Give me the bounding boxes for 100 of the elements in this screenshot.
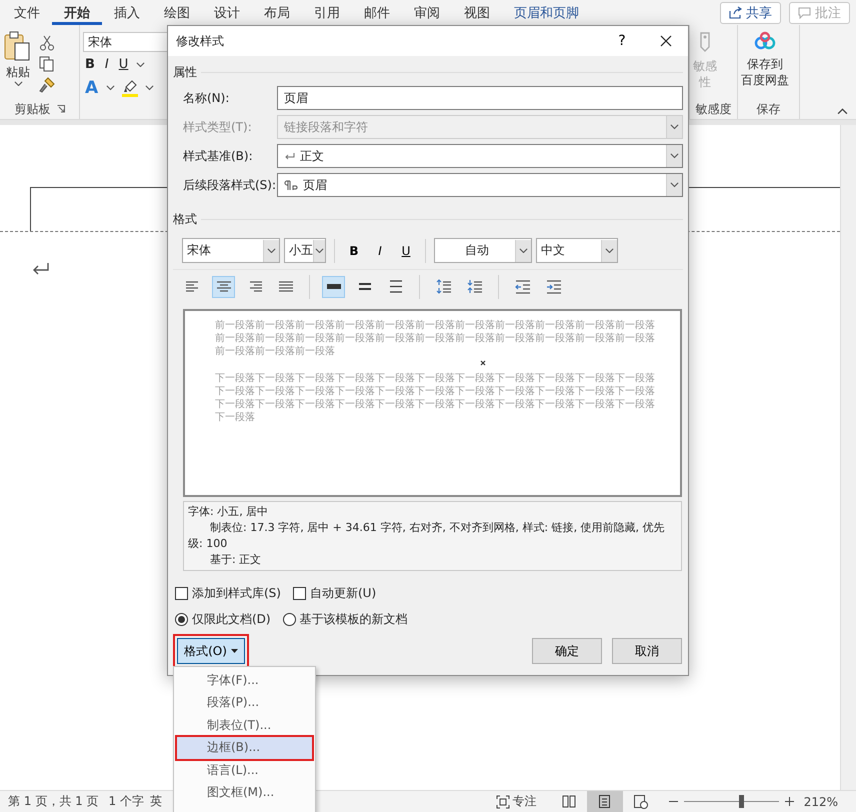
space-increase-icon bbox=[436, 279, 452, 295]
chevron-down-icon bbox=[670, 182, 679, 188]
ok-button[interactable]: 确定 bbox=[532, 638, 602, 664]
menu-item[interactable]: 图文框(M)... bbox=[177, 782, 312, 804]
share-button[interactable]: 共享 bbox=[720, 2, 781, 24]
save-to-cloud-button[interactable]: 保存到 百度网盘 bbox=[741, 29, 789, 101]
print-layout-icon bbox=[599, 795, 610, 808]
zoom-in-icon[interactable] bbox=[784, 797, 794, 806]
scrollbar[interactable] bbox=[840, 125, 856, 790]
dialog-launcher-icon[interactable] bbox=[56, 105, 64, 113]
caret-icon bbox=[230, 649, 238, 653]
section-heading: 格式 bbox=[173, 211, 197, 228]
chevron-down-icon bbox=[315, 248, 324, 254]
field-label: 样式类型(T): bbox=[182, 118, 253, 136]
cancel-button[interactable]: 取消 bbox=[612, 638, 682, 664]
preview-text: 前一段落前一段落前一段落前一段落前一段落前一段落前一段落前一段落前一段落前一段落前一段落前一段落前一段落前一段落前一段落前一段落前一段落前一段落前一段落前一段落前一段落前一段落前一段落前一段落前一段落 bbox=[215, 319, 656, 358]
dropdown-field[interactable]: 页眉 bbox=[277, 173, 683, 197]
collapse-ribbon-icon[interactable] bbox=[837, 108, 848, 115]
scissors-icon[interactable] bbox=[39, 35, 55, 51]
focus-icon bbox=[496, 794, 510, 808]
field-label: 后续段落样式(S): bbox=[182, 176, 277, 194]
bold-button[interactable]: B bbox=[343, 240, 365, 262]
chevron-down-icon bbox=[14, 81, 22, 86]
ribbon-tab[interactable]: 插入 bbox=[102, 0, 152, 25]
linked-style-icon bbox=[284, 180, 298, 190]
ribbon-tab[interactable]: 设计 bbox=[202, 0, 252, 25]
checkbox[interactable]: 自动更新(U) bbox=[292, 585, 376, 602]
ribbon-tab[interactable]: 页眉和页脚 bbox=[502, 0, 591, 25]
italic-button[interactable]: I bbox=[102, 57, 111, 72]
text-effects-button[interactable]: A bbox=[83, 78, 100, 98]
format-menu-button[interactable]: 格式(O) bbox=[177, 638, 245, 664]
group-label: 剪贴板 bbox=[14, 100, 50, 118]
ribbon-tab[interactable]: 邮件 bbox=[352, 0, 402, 25]
return-mark-icon bbox=[284, 152, 295, 160]
paragraph-format-button[interactable] bbox=[212, 276, 235, 298]
radio-button[interactable]: 仅限此文档(D) bbox=[175, 611, 271, 628]
radio-button[interactable]: 基于该模板的新文档 bbox=[282, 611, 408, 628]
italic-button[interactable]: I bbox=[369, 240, 391, 262]
page-count: 第 1 页，共 1 页 bbox=[8, 793, 99, 810]
menu-item[interactable]: 边框(B)... bbox=[177, 736, 312, 759]
ribbon-tab[interactable]: 引用 bbox=[302, 0, 352, 25]
menu-item[interactable]: 段落(P)... bbox=[177, 692, 312, 714]
view-button[interactable] bbox=[586, 791, 623, 812]
menu-item[interactable]: 制表位(T)... bbox=[177, 714, 312, 736]
language-indicator[interactable]: 英 bbox=[150, 793, 162, 810]
chevron-down-icon bbox=[267, 248, 276, 254]
comment-icon bbox=[798, 6, 811, 18]
double-spacing-icon bbox=[388, 279, 404, 295]
sample-mark-icon bbox=[480, 360, 486, 366]
bold-button[interactable]: B bbox=[83, 57, 97, 72]
indent-decrease-icon bbox=[514, 279, 530, 295]
dropdown-field[interactable]: 正文 bbox=[277, 144, 683, 168]
web-layout-icon bbox=[634, 794, 648, 808]
share-icon bbox=[729, 6, 742, 19]
section-heading: 属性 bbox=[173, 64, 197, 81]
description-text: 字体: 小五, 居中 bbox=[188, 504, 270, 520]
ribbon-tab[interactable]: 布局 bbox=[252, 0, 302, 25]
field-label: 名称(N): bbox=[182, 90, 230, 106]
field-label: 样式基准(B): bbox=[182, 148, 254, 164]
zoom-level[interactable]: 212% bbox=[804, 794, 838, 808]
group-label: 保存 bbox=[756, 100, 780, 118]
ribbon-tab[interactable]: 视图 bbox=[452, 0, 502, 25]
zoom-slider-thumb[interactable] bbox=[738, 795, 744, 808]
preview-text: 下一段落下一段落下一段落下一段落下一段落下一段落下一段落下一段落下一段落下一段落下一段落下一段落下一段落下一段落下一段落下一段落下一段落下一段落下一段落下一段落下一段落下一段落下一段落下一段落下一段落下一段落下一段落下一段落下一段落下一段落下一段落下一段落下一段落下一段落 bbox=[215, 372, 656, 424]
ribbon-tab[interactable]: 审阅 bbox=[402, 0, 452, 25]
help-button[interactable]: ? bbox=[600, 26, 644, 56]
chevron-down-icon bbox=[605, 248, 614, 254]
format-painter-icon[interactable] bbox=[39, 77, 55, 93]
chevron-down-icon bbox=[670, 153, 679, 159]
font-dropdown[interactable]: 宋体 bbox=[182, 238, 280, 263]
script-dropdown[interactable]: 中文 bbox=[536, 238, 618, 263]
ribbon-tab[interactable]: 开始 bbox=[52, 0, 102, 25]
checkbox[interactable]: 添加到样式库(S) bbox=[175, 585, 281, 602]
chevron-down-icon bbox=[145, 85, 154, 91]
chevron-down-icon bbox=[670, 124, 679, 130]
paragraph-mark-icon bbox=[32, 262, 50, 276]
ribbon-tab[interactable]: 绘图 bbox=[152, 0, 202, 25]
font-color-dropdown[interactable]: 自动 bbox=[434, 238, 532, 263]
menu-item[interactable]: 字体(F)... bbox=[177, 669, 312, 692]
paragraph-format-button[interactable] bbox=[322, 276, 345, 298]
paste-button[interactable]: 粘贴 bbox=[3, 29, 33, 101]
dialog-title: 修改样式 bbox=[176, 32, 224, 50]
word-count: 1 个字 bbox=[108, 793, 144, 810]
menu-item[interactable]: 语言(L)... bbox=[177, 759, 312, 782]
space-decrease-icon bbox=[466, 279, 482, 295]
focus-button[interactable]: 专注 bbox=[496, 793, 537, 810]
copy-icon[interactable] bbox=[39, 56, 55, 72]
underline-button[interactable]: U bbox=[116, 57, 130, 72]
underline-button[interactable]: U bbox=[395, 240, 417, 262]
indent-increase-icon bbox=[546, 279, 562, 295]
highlighter-icon[interactable] bbox=[121, 79, 140, 97]
size-dropdown[interactable]: 小五 bbox=[284, 238, 326, 263]
description-text: 基于: 正文 bbox=[209, 552, 262, 568]
description-text: 制表位: 17.3 字符, 居中 + 34.61 字符, 右对齐, 不对齐到网格, 样式: 链接, 使用前隐藏, 优先级: 100 bbox=[188, 520, 666, 552]
input-field[interactable]: 页眉 bbox=[277, 86, 683, 110]
chevron-down-icon bbox=[136, 62, 146, 68]
chevron-down-icon bbox=[519, 248, 528, 254]
ribbon-tab[interactable]: 文件 bbox=[2, 0, 52, 25]
close-icon bbox=[660, 35, 672, 47]
read-mode-icon bbox=[562, 795, 576, 808]
